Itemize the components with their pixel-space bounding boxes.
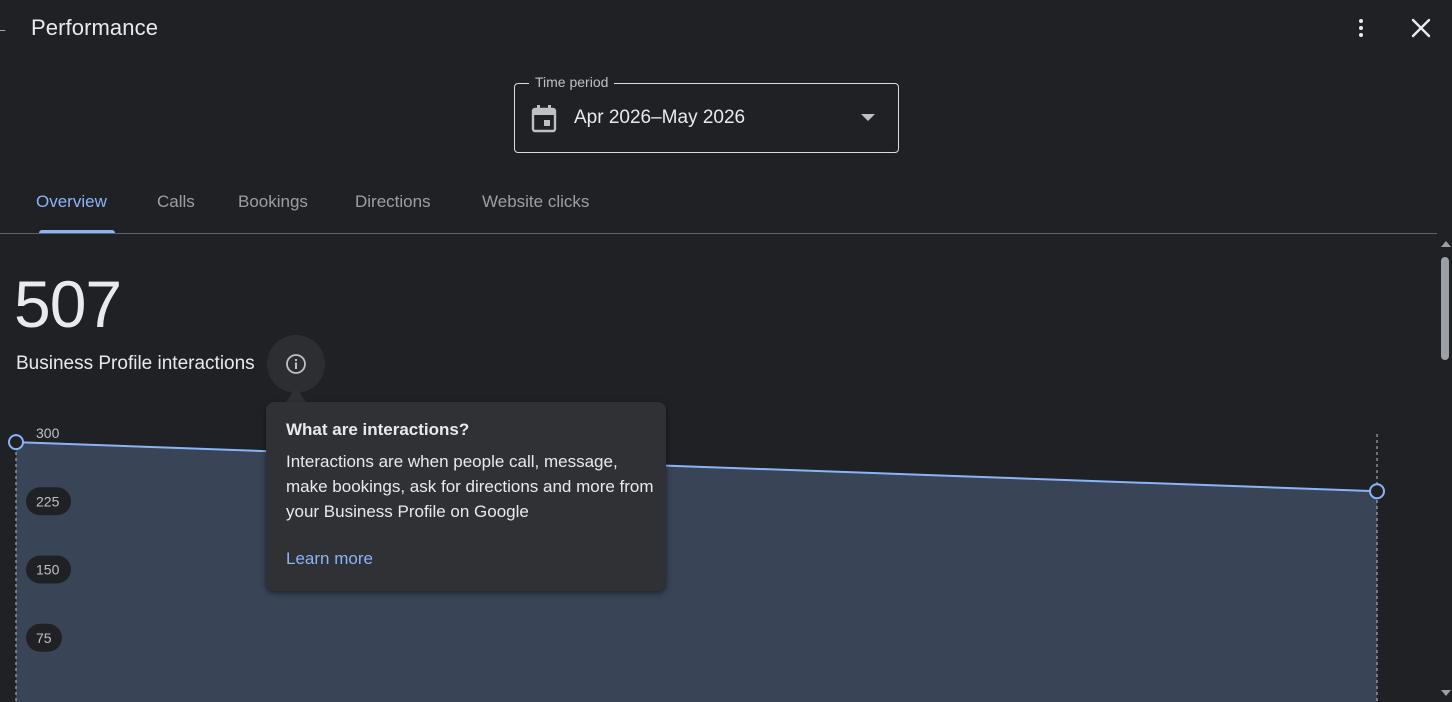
time-period-select[interactable]: Time period Apr 2026–May 2026 — [514, 74, 899, 153]
chart-point-0 — [8, 434, 24, 451]
tab-directions[interactable]: Directions — [355, 192, 431, 212]
divider — [0, 233, 1437, 234]
page-title: Performance — [31, 15, 159, 40]
y-tick-label-2: 150 — [36, 562, 60, 578]
tab-calls[interactable]: Calls — [157, 192, 195, 212]
learn-more-link[interactable]: Learn more — [286, 549, 373, 569]
scrollbar[interactable] — [1437, 234, 1452, 702]
scroll-down-arrow[interactable] — [1441, 690, 1451, 696]
y-tick-label-3: 75 — [36, 630, 52, 646]
dropdown-arrow-icon[interactable] — [861, 114, 875, 121]
time-period-value: Apr 2026–May 2026 — [574, 107, 746, 128]
info-icon — [286, 354, 306, 374]
header: ← Performance — [0, 0, 1452, 56]
tooltip-body: Interactions are when people call, messa… — [286, 452, 654, 521]
chart-point-1 — [1369, 483, 1385, 500]
tab-bookings[interactable]: Bookings — [238, 192, 308, 212]
tooltip-title: What are interactions? — [286, 420, 470, 439]
arrow-back-icon[interactable]: ← — [0, 21, 8, 35]
scroll-thumb[interactable] — [1441, 257, 1449, 360]
tab-overview[interactable]: Overview — [36, 192, 107, 212]
close-icon[interactable] — [1407, 14, 1435, 42]
tab-bar: Overview Calls Bookings Directions Websi… — [0, 176, 1452, 234]
y-tick-label-1: 225 — [36, 493, 60, 509]
tooltip-arrow — [286, 388, 306, 402]
info-tooltip: What are interactions? Interactions are … — [266, 402, 666, 591]
scroll-up-arrow[interactable] — [1441, 241, 1451, 247]
interactions-chart: 300 225 150 75 — [8, 425, 1385, 702]
chart-area — [16, 442, 1377, 702]
metric-label: Business Profile interactions — [16, 353, 255, 374]
calendar-icon — [531, 105, 557, 133]
y-tick-label-0: 300 — [36, 425, 60, 441]
time-period-label: Time period — [529, 74, 615, 90]
tab-website-clicks[interactable]: Website clicks — [482, 192, 589, 212]
metric-value: 507 — [14, 267, 122, 341]
info-button[interactable] — [267, 335, 325, 393]
more-vert-icon[interactable] — [1346, 12, 1376, 44]
